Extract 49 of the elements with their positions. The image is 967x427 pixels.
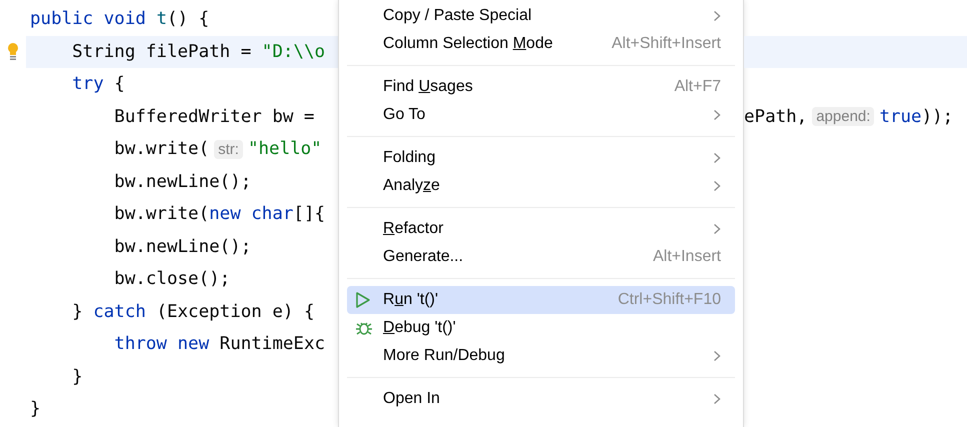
- code-token: }: [71, 302, 84, 322]
- menu-item[interactable]: Find Usages Alt+F7: [347, 73, 735, 101]
- menu-item[interactable]: Refactor: [347, 215, 735, 243]
- chevron-right-icon: [713, 152, 721, 164]
- menu-item[interactable]: More Run/Debug: [347, 342, 735, 370]
- code-token: bw.write(: [113, 139, 210, 160]
- code-token: (Exception e) {: [155, 302, 314, 322]
- code-token: }: [71, 366, 83, 387]
- code-token: []{: [293, 204, 326, 224]
- menu-item[interactable]: Open In: [347, 385, 735, 413]
- code-token: str:: [214, 140, 243, 159]
- menu-item[interactable]: Debug 't()': [347, 314, 735, 342]
- chevron-right-icon: [713, 393, 721, 405]
- code-token: t: [156, 9, 167, 30]
- chevron-right-icon: [713, 109, 721, 121]
- menu-item[interactable]: Copy / Paste Special: [347, 2, 735, 30]
- code-token: try: [71, 74, 104, 94]
- chevron-right-icon: [713, 223, 721, 235]
- lightbulb-icon[interactable]: [7, 42, 19, 62]
- code-token: bw.write(: [113, 204, 210, 224]
- code-token: public void: [30, 9, 147, 30]
- menu-item[interactable]: Column Selection Mode Alt+Shift+Insert: [347, 30, 735, 58]
- code-token: RuntimeExc: [218, 334, 326, 354]
- code-token: String filePath =: [71, 42, 252, 62]
- code-token: new char: [209, 204, 294, 224]
- code-token: ));: [922, 106, 954, 127]
- code-token: append:: [812, 107, 874, 126]
- code-token: "D:\\o: [262, 42, 326, 62]
- code-token: throw new: [113, 334, 210, 354]
- menu-item[interactable]: Generate... Alt+Insert: [347, 243, 735, 271]
- menu-item[interactable]: Analyze: [347, 172, 735, 200]
- code-token: ePath,: [744, 106, 808, 127]
- chevron-right-icon: [713, 180, 721, 192]
- code-token: catch: [93, 302, 146, 322]
- menu-item[interactable]: Folding: [347, 144, 735, 172]
- chevron-right-icon: [713, 350, 721, 362]
- code-token: "hello": [248, 139, 322, 160]
- code-token: }: [30, 399, 41, 420]
- chevron-right-icon: [713, 10, 721, 22]
- code-token: bw.close();: [113, 269, 230, 290]
- run-icon: [355, 291, 371, 309]
- code-token: BufferedWriter bw =: [113, 106, 314, 127]
- code-token: true: [879, 106, 922, 127]
- code-token: bw.newLine();: [113, 236, 252, 257]
- code-token: bw.newLine();: [113, 172, 252, 192]
- menu-item[interactable]: Go To: [347, 101, 735, 129]
- menu-item[interactable]: Run 't()' Ctrl+Shift+F10: [347, 286, 735, 314]
- code-token: () {: [166, 9, 210, 30]
- code-token: {: [113, 74, 125, 94]
